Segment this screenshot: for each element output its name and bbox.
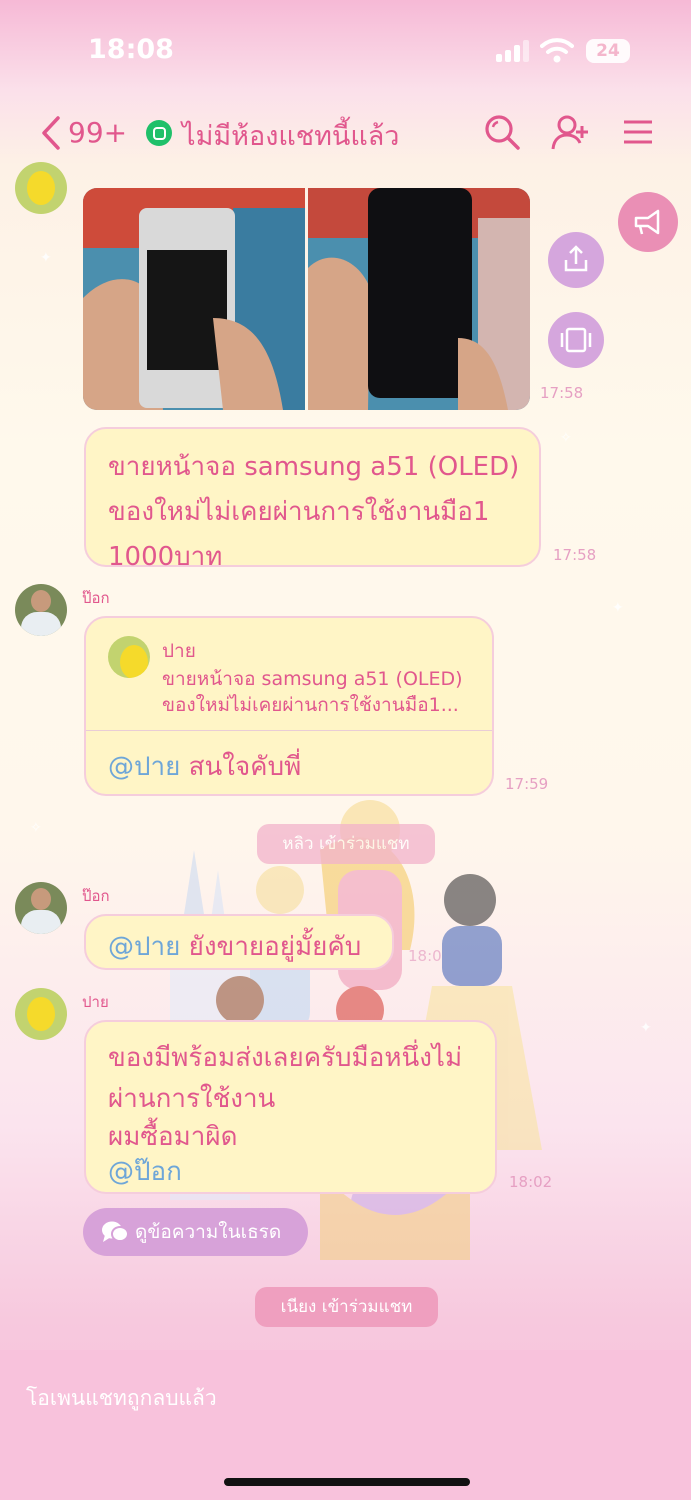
message-text: 1000บาท bbox=[108, 542, 223, 572]
wifi-icon bbox=[540, 38, 574, 63]
battery-icon: 24 bbox=[586, 39, 630, 63]
sender-name: ป๊อก bbox=[82, 887, 110, 905]
message-text: ผมซื้อมาผิด bbox=[108, 1122, 238, 1152]
mention[interactable]: @ป๊อก bbox=[108, 1155, 495, 1190]
message-text: ขายหน้าจอ samsung a51 (OLED) bbox=[108, 452, 520, 482]
system-join-notice: เนียง เข้าร่วมแชท bbox=[255, 1287, 438, 1327]
message-input[interactable]: โอเพนแชทถูกลบแล้ว bbox=[26, 1382, 217, 1415]
view-thread-label: ดูข้อความในเธรด bbox=[135, 1221, 282, 1243]
message-timestamp: 17:58 bbox=[540, 384, 584, 402]
message-text: ของใหม่ไม่เคยผ่านการใช้งานมือ1 bbox=[108, 497, 490, 527]
message-bubble[interactable]: ของมีพร้อมส่งเลยครับมือหนึ่งไม่ ผ่านการใ… bbox=[84, 1020, 497, 1194]
search-icon[interactable] bbox=[482, 112, 522, 152]
home-indicator[interactable] bbox=[224, 1478, 470, 1486]
quote-avatar bbox=[108, 636, 150, 678]
message-text: ผ่านการใช้งาน bbox=[108, 1084, 276, 1114]
avatar[interactable] bbox=[15, 162, 67, 214]
message-bubble[interactable]: @ปาย ยังขายอยู่มั้ยคับ bbox=[84, 914, 394, 970]
sender-name: ป๊อก bbox=[82, 589, 110, 607]
cellular-signal-icon bbox=[496, 40, 532, 62]
album-button[interactable] bbox=[548, 312, 604, 368]
sender-name: ปาย bbox=[82, 993, 109, 1011]
chat-header: 99+ ไม่มีห้องแชทนี้แล้ว bbox=[0, 100, 691, 166]
album-icon bbox=[560, 327, 592, 353]
chat-title[interactable]: ไม่มีห้องแชทนี้แล้ว bbox=[182, 114, 399, 157]
message-timestamp: 18:02 bbox=[509, 1173, 553, 1191]
announcement-button[interactable] bbox=[618, 192, 678, 252]
message-timestamp: 18:0 bbox=[408, 947, 442, 965]
system-join-notice: หลิว เข้าร่วมแชท bbox=[257, 824, 435, 864]
quote-text: ของใหม่ไม่เคยผ่านการใช้งานมือ1... bbox=[162, 694, 459, 716]
avatar[interactable] bbox=[15, 882, 67, 934]
openchat-icon bbox=[146, 120, 172, 146]
message-timestamp: 17:58 bbox=[553, 546, 597, 564]
message-text: สนใจคับพี่ bbox=[188, 752, 302, 782]
message-text: ของมีพร้อมส่งเลยครับมือหนึ่งไม่ bbox=[108, 1043, 463, 1073]
status-bar: 18:08 24 bbox=[0, 0, 691, 100]
view-thread-button[interactable]: ดูข้อความในเธรด bbox=[83, 1208, 308, 1256]
quote-sender: ปาย bbox=[162, 640, 196, 662]
share-icon bbox=[564, 245, 588, 272]
mention[interactable]: @ปาย bbox=[108, 752, 180, 782]
mention[interactable]: @ปาย bbox=[108, 932, 180, 962]
unread-count[interactable]: 99+ bbox=[68, 116, 127, 149]
speech-bubbles-icon bbox=[102, 1221, 129, 1242]
avatar[interactable] bbox=[15, 584, 67, 636]
back-chevron-icon[interactable] bbox=[36, 114, 70, 152]
share-button[interactable] bbox=[548, 232, 604, 288]
photo-attachment[interactable] bbox=[308, 188, 530, 410]
message-bubble[interactable]: ขายหน้าจอ samsung a51 (OLED) ของใหม่ไม่เ… bbox=[84, 427, 541, 572]
status-time: 18:08 bbox=[88, 34, 174, 65]
megaphone-icon bbox=[634, 209, 660, 235]
avatar[interactable] bbox=[15, 988, 67, 1040]
menu-icon[interactable] bbox=[618, 112, 658, 152]
add-friend-icon[interactable] bbox=[550, 112, 590, 152]
reply-bubble[interactable]: ปาย ขายหน้าจอ samsung a51 (OLED) ของใหม่… bbox=[84, 616, 494, 796]
photo-attachment[interactable] bbox=[83, 188, 305, 410]
divider bbox=[86, 730, 492, 731]
message-text: ยังขายอยู่มั้ยคับ bbox=[188, 932, 362, 962]
